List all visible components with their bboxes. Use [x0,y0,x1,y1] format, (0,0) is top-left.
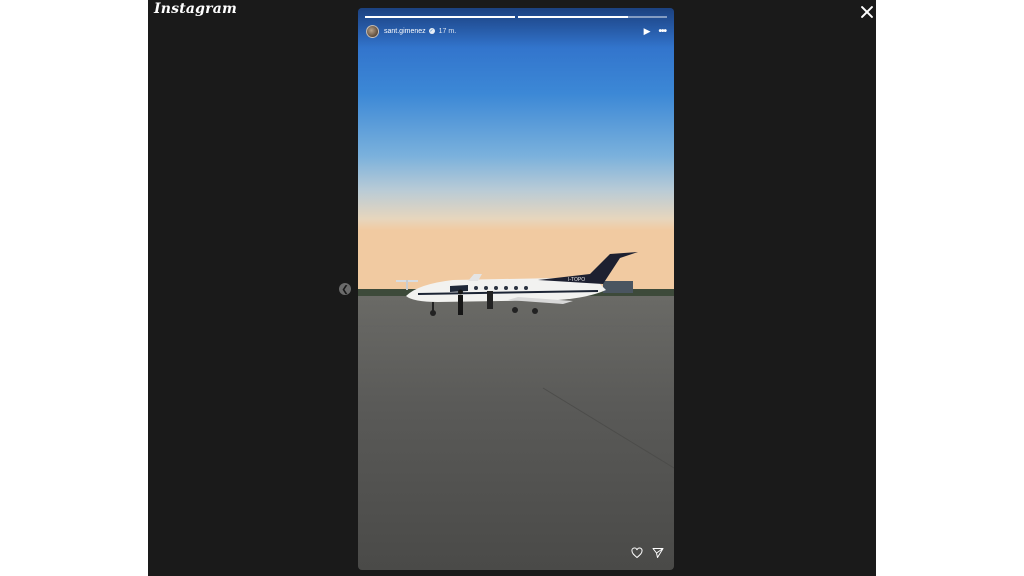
story-viewer: Instagram ❮ I-TOPO sant.gimenez ✓ 17 m. … [148,0,876,576]
heart-icon[interactable] [631,547,643,559]
more-options-icon[interactable]: ••• [658,26,666,37]
story-photo: I-TOPO [358,8,674,570]
close-icon[interactable] [860,5,874,19]
story-header: sant.gimenez ✓ 17 m. ▶ ••• [366,24,667,38]
paper-plane-icon[interactable] [652,547,664,559]
play-icon[interactable]: ▶ [644,26,651,37]
post-time: 17 m. [438,27,457,35]
username[interactable]: sant.gimenez [384,28,426,35]
story-actions [631,547,664,559]
verified-badge-icon: ✓ [428,28,435,34]
avatar[interactable] [366,24,379,38]
progress-segment-current [517,16,667,18]
progress-segment [365,16,515,18]
story-card[interactable]: I-TOPO sant.gimenez ✓ 17 m. ▶ ••• [358,8,674,570]
svg-text:I-TOPO: I-TOPO [568,277,585,283]
story-progress [365,16,667,18]
instagram-logo[interactable]: Instagram [154,1,237,17]
chevron-left-icon[interactable]: ❮ [339,283,351,295]
